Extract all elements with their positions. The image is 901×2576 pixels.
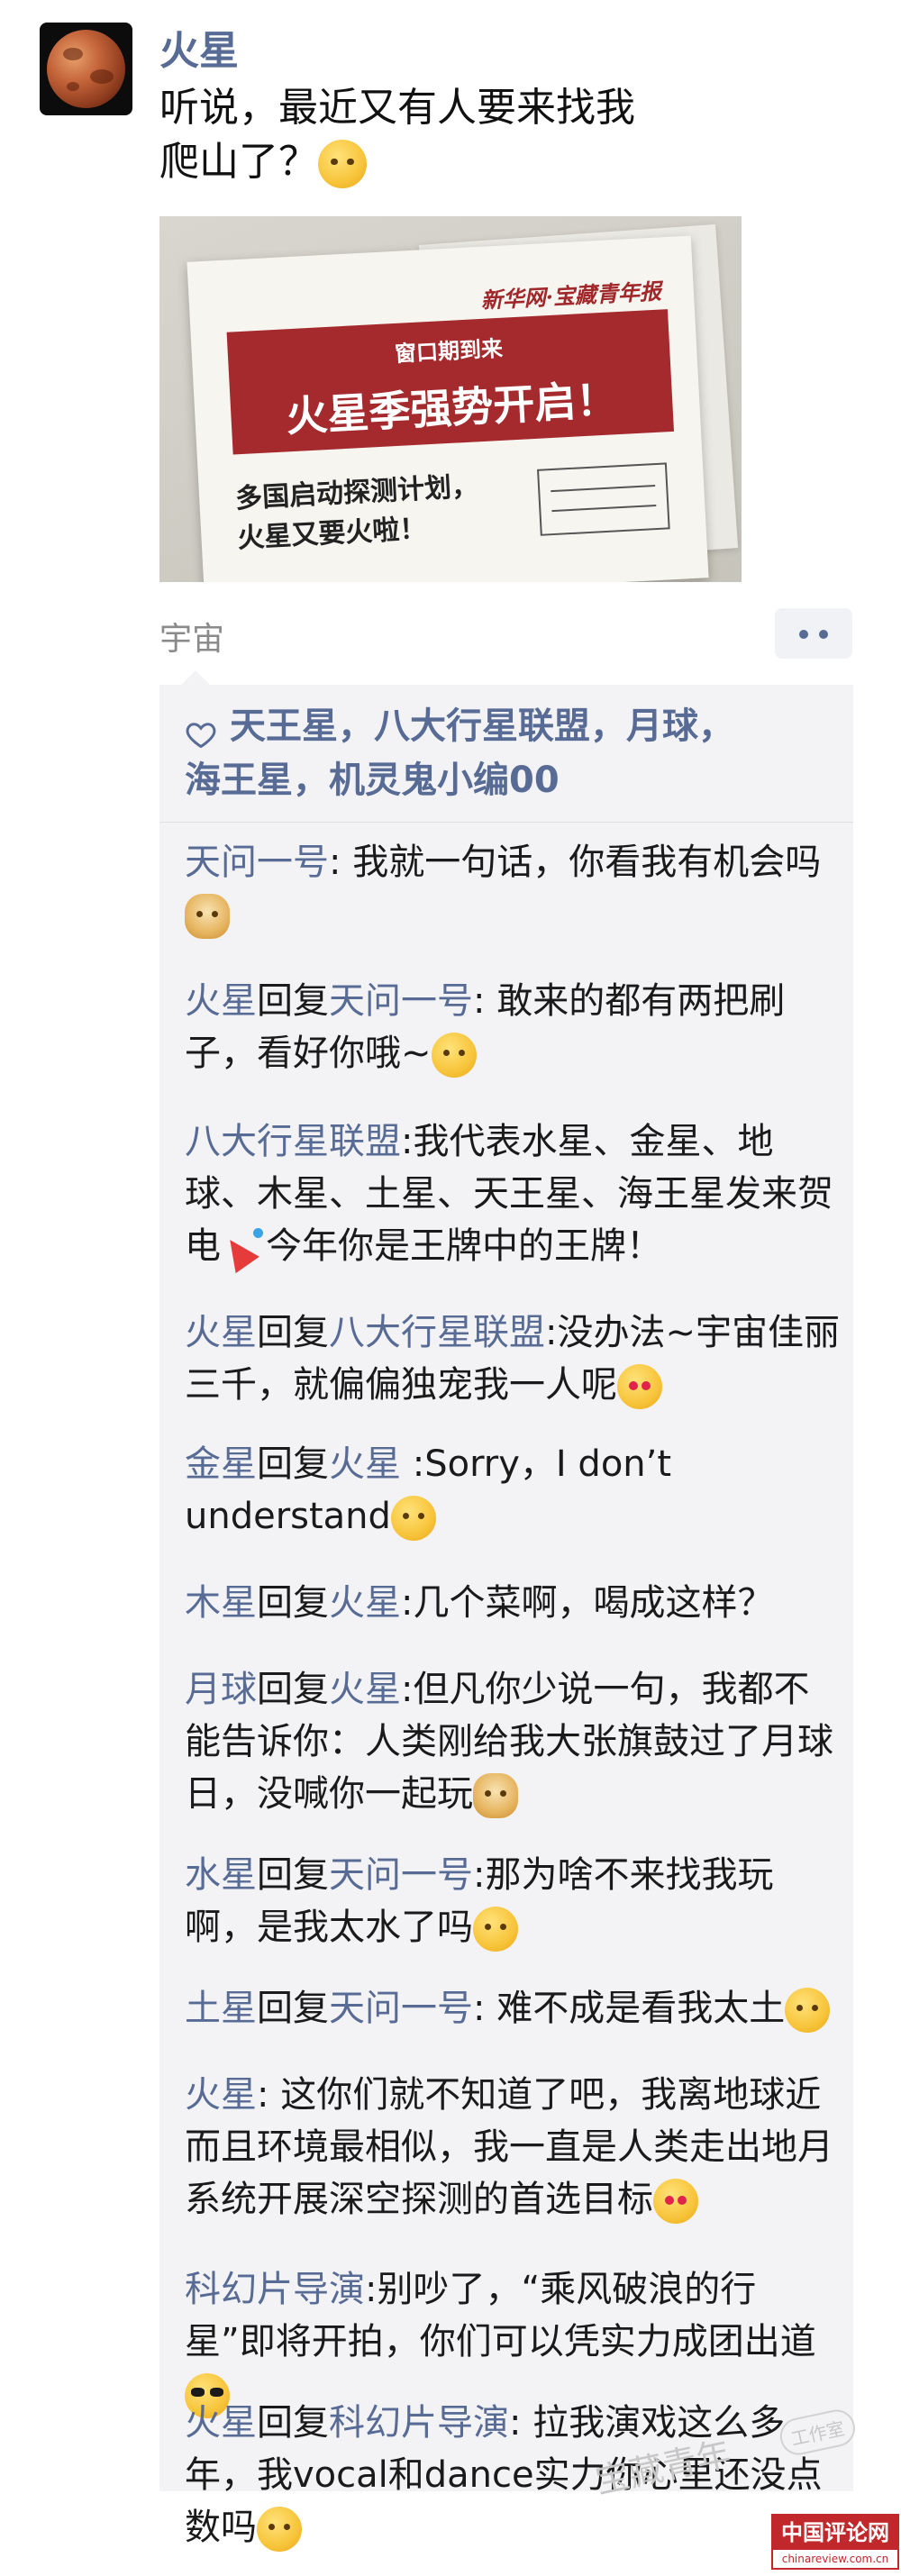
source-logo-url: chinareview.com.cn: [781, 2553, 889, 2565]
comment-item[interactable]: 金星回复火星 :Sorry，I don’t understand: [185, 1438, 842, 1543]
reply-target-name[interactable]: 火星: [329, 1669, 401, 1710]
comment-sep: :: [401, 1582, 414, 1624]
commenter-name[interactable]: 科幻片导演: [185, 2269, 365, 2310]
comment-text: 几个菜啊，喝成这样？: [413, 1582, 774, 1624]
reply-target-name[interactable]: 天问一号: [329, 1854, 473, 1896]
comment-text: 难不成是看我太土: [496, 1988, 786, 2029]
dot-icon: [799, 630, 808, 639]
post-image[interactable]: 新华网·宝藏青年报 窗口期到来 火星季强势开启！ 多国启动探测计划， 火星又要火…: [159, 216, 742, 582]
subtitle-line2: 火星又要火啦！: [236, 513, 428, 555]
subtitle-line1: 多国启动探测计划，: [234, 470, 479, 515]
headline-banner: 窗口期到来 火星季强势开启！: [226, 309, 675, 455]
dot-icon: [819, 630, 828, 639]
commenter-name[interactable]: 火星: [185, 2402, 257, 2444]
interaction-panel: 天王星，八大行星联盟，月球， 海王星，机灵鬼小编00 天问一号: 我就一句话，你…: [159, 670, 853, 2552]
heart-eyes-emoji-icon: [653, 2179, 698, 2224]
comment-sep: :: [545, 1312, 558, 1353]
heart-outline-icon: [185, 712, 217, 749]
commenter-name[interactable]: 水星: [185, 1854, 257, 1896]
comment-item[interactable]: 火星: 这你们就不知道了吧，我离地球近而且环境最相似，我一直是人类走出地月系统开…: [185, 2069, 842, 2226]
reply-target-name[interactable]: 天问一号: [329, 1988, 473, 2029]
comment-text: 我就一句话，你看我有机会吗: [352, 842, 822, 883]
commenter-name[interactable]: 月球: [185, 1669, 257, 1710]
likes-line1[interactable]: 天王星，八大行星联盟，月球，: [230, 705, 734, 747]
post-location[interactable]: 宇宙: [159, 613, 224, 660]
commenter-name[interactable]: 天问一号: [185, 842, 329, 883]
reply-target-name[interactable]: 天问一号: [329, 980, 473, 1022]
reply-word: 回复: [257, 1669, 329, 1710]
comment-item[interactable]: 火星回复八大行星联盟:没办法~宇宙佳丽三千，就偏偏独宠我一人呢: [185, 1306, 842, 1411]
comment-sep: :: [401, 1121, 414, 1162]
flushed-emoji-icon: [785, 1988, 831, 2033]
reply-word: 回复: [257, 1443, 329, 1485]
post-text-line2: 爬山了？: [159, 139, 318, 185]
comment-item[interactable]: 八大行星联盟:我代表水星、金星、地球、木星、土星、天王星、海王星发来贺电 今年你是…: [185, 1115, 842, 1272]
reply-target-name[interactable]: 火星: [329, 1443, 401, 1485]
commenter-name[interactable]: 木星: [185, 1582, 257, 1624]
headline-subtitle: 多国启动探测计划， 火星又要火啦！: [234, 467, 481, 559]
comment-item[interactable]: 天问一号: 我就一句话，你看我有机会吗: [185, 836, 842, 941]
likes-line2[interactable]: 海王星，机灵鬼小编00: [185, 760, 560, 801]
headline-title: 火星季强势开启！: [285, 375, 619, 441]
comment-text-2: 今年你是王牌中的王牌！: [266, 1225, 662, 1267]
likes-divider: [159, 822, 853, 823]
comment-item[interactable]: 木星回复火星:几个菜啊，喝成这样？: [185, 1577, 842, 1629]
comment-sep: :: [401, 1443, 425, 1485]
reply-word: 回复: [257, 1988, 329, 2029]
reply-word: 回复: [257, 2402, 329, 2444]
more-actions-button[interactable]: [775, 608, 852, 659]
author-avatar[interactable]: [40, 23, 132, 115]
post-text: 听说，最近又有人要来找我 爬山了？: [159, 81, 718, 189]
mars-planet-icon: [47, 30, 125, 108]
comment-sep: :: [473, 980, 497, 1022]
commenter-name[interactable]: 火星: [185, 980, 257, 1022]
commenter-name[interactable]: 金星: [185, 1443, 257, 1485]
comment-item[interactable]: 月球回复火星:但凡你少说一句，我都不能告诉你：人类刚给我大张旗鼓过了月球日，没喊…: [185, 1663, 842, 1820]
commenter-name[interactable]: 八大行星联盟: [185, 1121, 401, 1162]
likes-list: 天王星，八大行星联盟，月球， 海王星，机灵鬼小编00: [185, 699, 833, 807]
comment-sep: :: [401, 1669, 414, 1710]
comment-sep: :: [365, 2269, 378, 2310]
author-name[interactable]: 火星: [159, 18, 239, 76]
comment-sep: :: [473, 1854, 486, 1896]
comment-item[interactable]: 土星回复天问一号: 难不成是看我太土: [185, 1982, 842, 2034]
comment-sep: :: [509, 2402, 533, 2444]
comment-sep: :: [257, 2074, 281, 2116]
smile-emoji-icon: [390, 1496, 436, 1541]
reply-target-name[interactable]: 八大行星联盟: [329, 1312, 545, 1353]
commenter-name[interactable]: 火星: [185, 1312, 257, 1353]
comment-item[interactable]: 水星回复天问一号:那为啥不来找我玩啊，是我太水了吗: [185, 1849, 842, 1953]
party-popper-icon: [221, 1225, 266, 1270]
comment-text: 这你们就不知道了吧，我离地球近而且环境最相似，我一直是人类走出地月系统开展深空探…: [185, 2074, 833, 2220]
commenter-name[interactable]: 火星: [185, 2074, 257, 2116]
doge-emoji-icon: [473, 1773, 518, 1818]
post-text-line1: 听说，最近又有人要来找我: [159, 85, 635, 131]
reply-target-name[interactable]: 科幻片导演: [329, 2402, 509, 2444]
watermark-stamp: 工作室: [777, 2406, 859, 2459]
thinking-emoji-icon: [431, 1033, 477, 1078]
newspaper-masthead: 新华网·宝藏青年报: [479, 278, 662, 314]
commenter-name[interactable]: 土星: [185, 1988, 257, 2029]
reply-target-name[interactable]: 火星: [329, 1582, 401, 1624]
newspaper: 新华网·宝藏青年报 窗口期到来 火星季强势开启！ 多国启动探测计划， 火星又要火…: [187, 235, 709, 582]
comment-item[interactable]: 火星回复天问一号: 敢来的都有两把刷子，看好你哦~: [185, 975, 842, 1079]
newspaper-textbox: [537, 462, 670, 536]
comment-sep: :: [329, 842, 353, 883]
reply-word: 回复: [257, 1582, 329, 1624]
smile-emoji-icon: [473, 1907, 518, 1952]
reply-word: 回复: [257, 1312, 329, 1353]
source-logo-title: 中国评论网: [773, 2516, 897, 2550]
smile-emoji-icon: [257, 2507, 302, 2552]
grin-emoji-icon: [318, 140, 367, 188]
reply-word: 回复: [257, 980, 329, 1022]
doge-emoji-icon: [185, 894, 230, 939]
source-logo: 中国评论网 chinareview.com.cn: [771, 2514, 899, 2570]
heart-eyes-emoji-icon: [617, 1364, 662, 1409]
reply-word: 回复: [257, 1854, 329, 1896]
comment-sep: :: [473, 1988, 497, 2029]
